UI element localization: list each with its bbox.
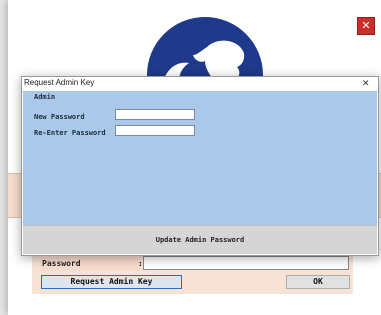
update-admin-password-button[interactable]: Update Admin Password — [23, 226, 377, 254]
dialog-titlebar: Request Admin Key ✕ — [22, 77, 378, 92]
request-admin-key-dialog: Request Admin Key ✕ Admin New Password R… — [21, 76, 379, 256]
dialog-footer: Update Admin Password — [23, 225, 377, 254]
section-title: Admin — [34, 93, 56, 101]
new-password-label: New Password — [34, 113, 85, 121]
close-icon[interactable]: ✕ — [357, 17, 375, 35]
ok-button[interactable]: OK — [286, 275, 350, 289]
dialog-close-icon[interactable]: ✕ — [362, 77, 370, 91]
reenter-password-input[interactable] — [115, 125, 195, 136]
new-password-input[interactable] — [115, 109, 195, 120]
dialog-body: Admin New Password Re-Enter Password — [23, 91, 377, 225]
dialog-title: Request Admin Key — [24, 78, 95, 87]
password-label: Password — [40, 257, 140, 271]
request-admin-key-button[interactable]: Request Admin Key — [41, 275, 182, 289]
reenter-password-label: Re-Enter Password — [34, 129, 106, 137]
lion-logo — [147, 17, 263, 85]
password-input[interactable] — [143, 256, 349, 270]
